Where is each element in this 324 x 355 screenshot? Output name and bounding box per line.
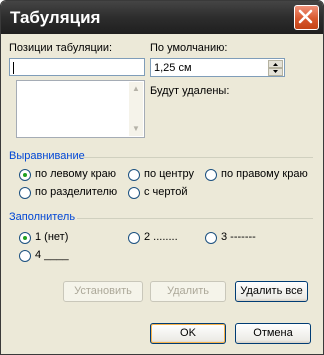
- radio-align-left[interactable]: [19, 169, 31, 181]
- set-button[interactable]: Установить: [63, 281, 143, 302]
- tab-position-input[interactable]: [9, 58, 145, 76]
- radio-align-decimal[interactable]: [19, 187, 31, 199]
- tab-positions-list[interactable]: ▲ ▼: [16, 80, 145, 138]
- leader-dashes-label: 3 -------: [221, 231, 256, 243]
- leader-group-title: Заполнитель: [9, 211, 76, 223]
- default-tabs-value: 1,25 см: [154, 62, 192, 74]
- to-clear-label: Будут удалены:: [150, 85, 230, 97]
- leader-line-label: 4 ____: [35, 249, 69, 261]
- close-icon: [298, 9, 313, 24]
- default-tabs-spinner[interactable]: 1,25 см: [150, 58, 285, 77]
- radio-leader-dashes[interactable]: [205, 232, 217, 244]
- radio-align-center[interactable]: [128, 169, 140, 181]
- align-left-label: по левому краю: [35, 168, 117, 180]
- radio-align-right[interactable]: [205, 169, 217, 181]
- default-tabs-label: По умолчанию:: [150, 42, 228, 54]
- scroll-up-icon[interactable]: ▲: [129, 82, 143, 96]
- list-scrollbar[interactable]: ▲ ▼: [129, 82, 143, 136]
- ok-button[interactable]: OK: [150, 323, 226, 344]
- tabs-dialog: Табуляция Позиции табуляции: ▲ ▼ По умол…: [0, 0, 324, 355]
- arrow-down-icon: [273, 70, 278, 73]
- title-bar: Табуляция: [1, 1, 323, 34]
- scroll-down-icon[interactable]: ▼: [129, 122, 143, 136]
- radio-leader-none[interactable]: [19, 232, 31, 244]
- align-right-label: по правому краю: [221, 168, 308, 180]
- spin-up-button[interactable]: [268, 60, 283, 68]
- arrow-up-icon: [273, 63, 278, 66]
- align-bar-label: с чертой: [144, 186, 188, 198]
- radio-leader-dots[interactable]: [128, 232, 140, 244]
- align-center-label: по центру: [144, 168, 195, 180]
- radio-align-bar[interactable]: [128, 187, 140, 199]
- alignment-group-title: Выравнивание: [9, 150, 85, 162]
- close-button[interactable]: [294, 5, 319, 30]
- align-decimal-label: по разделителю: [35, 186, 118, 198]
- spin-down-button[interactable]: [268, 68, 283, 76]
- leader-none-label: 1 (нет): [35, 231, 69, 243]
- alignment-divider: [83, 157, 313, 158]
- clear-all-button[interactable]: Удалить все: [235, 281, 308, 302]
- clear-button[interactable]: Удалить: [150, 281, 226, 302]
- cancel-button[interactable]: Отмена: [235, 323, 311, 344]
- dialog-title: Табуляция: [10, 8, 101, 27]
- text-caret: [13, 62, 14, 74]
- leader-dots-label: 2 ........: [144, 231, 178, 243]
- dialog-body: Позиции табуляции: ▲ ▼ По умолчанию: 1,2…: [5, 34, 319, 350]
- tab-positions-label: Позиции табуляции:: [9, 42, 113, 54]
- radio-leader-line[interactable]: [19, 250, 31, 262]
- leader-divider: [77, 218, 313, 219]
